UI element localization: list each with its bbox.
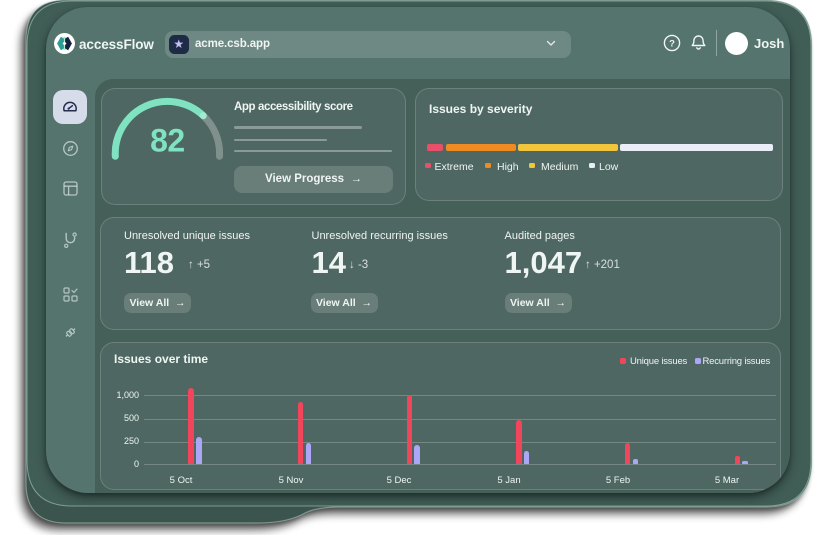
svg-text:82: 82 (150, 123, 185, 159)
svg-text:?: ? (669, 39, 675, 50)
